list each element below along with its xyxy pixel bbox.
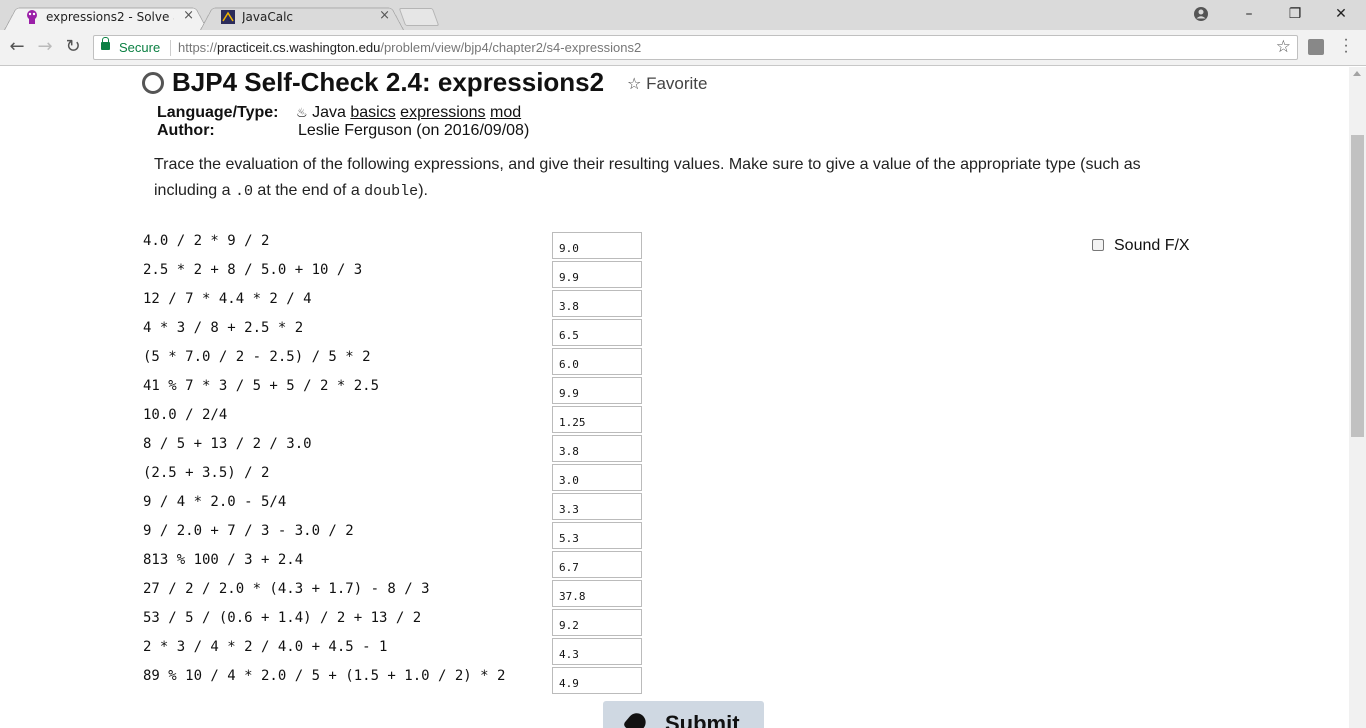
answer-input[interactable]: 3.0 <box>552 464 642 491</box>
language-name: Java <box>312 104 346 121</box>
answer-input[interactable]: 6.5 <box>552 319 642 346</box>
sound-fx-toggle[interactable]: Sound F/X <box>1092 237 1190 255</box>
url-text[interactable]: https://practiceit.cs.washington.edu/pro… <box>178 40 641 55</box>
tab-expressions2[interactable]: expressions2 - Solve a Pr × <box>4 4 208 30</box>
answer-input[interactable]: 9.9 <box>552 377 642 404</box>
expression-text: 10.0 / 2/4 <box>143 407 228 423</box>
close-tab-icon[interactable]: × <box>379 8 390 23</box>
expression-text: 8 / 5 + 13 / 2 / 3.0 <box>143 436 312 452</box>
tab-strip: expressions2 - Solve a Pr × JavaCalc × –… <box>0 0 1366 30</box>
close-tab-icon[interactable]: × <box>183 8 194 23</box>
browser-menu-icon[interactable]: · · · <box>1340 32 1352 60</box>
author-label: Author: <box>157 122 215 139</box>
javacalc-favicon-icon <box>221 10 235 24</box>
sound-fx-label: Sound F/X <box>1114 237 1190 254</box>
url-path: /problem/view/bjp4/chapter2/s4-expressio… <box>380 40 642 55</box>
url-host: practiceit.cs.washington.edu <box>217 40 381 55</box>
close-window-button[interactable]: ✕ <box>1318 0 1364 28</box>
minimize-button[interactable]: – <box>1226 0 1272 28</box>
answer-input[interactable]: 3.3 <box>552 493 642 520</box>
expression-text: 9 / 4 * 2.0 - 5/4 <box>143 494 287 510</box>
page-content: BJP4 Self-Check 2.4: expressions2 ☆ Favo… <box>0 67 1349 728</box>
expression-text: 12 / 7 * 4.4 * 2 / 4 <box>143 291 312 307</box>
expression-text: (2.5 + 3.5) / 2 <box>143 465 270 481</box>
forward-button[interactable]: → <box>33 36 57 60</box>
answer-input[interactable]: 3.8 <box>552 435 642 462</box>
expression-text: 41 % 7 * 3 / 5 + 5 / 2 * 2.5 <box>143 378 380 394</box>
back-button[interactable]: ← <box>5 36 29 60</box>
page-title: BJP4 Self-Check 2.4: expressions2 <box>172 67 605 97</box>
scrollbar-thumb[interactable] <box>1351 135 1364 437</box>
tag-mod[interactable]: mod <box>490 104 521 121</box>
expression-text: 9 / 2.0 + 7 / 3 - 3.0 / 2 <box>143 523 354 539</box>
submit-button[interactable]: Submit <box>603 701 764 728</box>
answer-input[interactable]: 3.8 <box>552 290 642 317</box>
scroll-up-icon[interactable] <box>1353 71 1361 76</box>
tab-javacalc[interactable]: JavaCalc × <box>200 4 404 30</box>
expression-text: (5 * 7.0 / 2 - 2.5) / 5 * 2 <box>143 349 371 365</box>
expression-text: 4.0 / 2 * 9 / 2 <box>143 233 270 249</box>
problem-description: Trace the evaluation of the following ex… <box>154 156 1141 200</box>
lock-icon <box>101 37 110 50</box>
new-tab-button[interactable] <box>398 8 440 26</box>
favorite-star-icon: ☆ <box>627 74 642 93</box>
browser-toolbar: ← → ↻ Secure https://practiceit.cs.washi… <box>0 30 1366 66</box>
tab-title: JavaCalc <box>242 10 294 24</box>
sound-fx-checkbox[interactable] <box>1092 239 1104 251</box>
expression-text: 2 * 3 / 4 * 2 / 4.0 + 4.5 - 1 <box>143 639 388 655</box>
reload-button[interactable]: ↻ <box>61 36 85 60</box>
language-label: Language/Type: <box>157 104 279 121</box>
answer-input[interactable]: 4.3 <box>552 638 642 665</box>
practiceit-favicon-icon <box>27 10 37 24</box>
expression-text: 27 / 2 / 2.0 * (4.3 + 1.7) - 8 / 3 <box>143 581 430 597</box>
answer-input[interactable]: 37.8 <box>552 580 642 607</box>
tab-title: expressions2 - Solve a Pr <box>46 10 174 24</box>
answer-input[interactable]: 9.0 <box>552 232 642 259</box>
status-circle-icon <box>142 72 164 94</box>
author-value: Leslie Ferguson (on 2016/09/08) <box>298 122 530 139</box>
account-icon[interactable] <box>1178 0 1224 28</box>
favorite-label: Favorite <box>646 74 708 93</box>
answer-input[interactable]: 5.3 <box>552 522 642 549</box>
answer-input[interactable]: 4.9 <box>552 667 642 694</box>
expression-text: 53 / 5 / (0.6 + 1.4) / 2 + 13 / 2 <box>143 610 422 626</box>
favorite-link[interactable]: ☆ Favorite <box>627 74 708 94</box>
java-icon: ♨ <box>296 106 308 121</box>
expression-text: 2.5 * 2 + 8 / 5.0 + 10 / 3 <box>143 262 363 278</box>
expression-text: 4 * 3 / 8 + 2.5 * 2 <box>143 320 304 336</box>
tag-expressions[interactable]: expressions <box>400 104 485 121</box>
bookmark-star-icon[interactable]: ☆ <box>1276 37 1291 57</box>
secure-label: Secure <box>119 40 161 55</box>
expression-text: 813 % 100 / 3 + 2.4 <box>143 552 304 568</box>
restore-button[interactable]: ❐ <box>1272 0 1318 28</box>
submit-label: Submit <box>665 711 740 728</box>
answer-input[interactable]: 9.2 <box>552 609 642 636</box>
answer-input[interactable]: 6.0 <box>552 348 642 375</box>
answer-input[interactable]: 9.9 <box>552 261 642 288</box>
address-bar[interactable]: Secure https://practiceit.cs.washington.… <box>93 35 1298 60</box>
expression-text: 89 % 10 / 4 * 2.0 / 5 + (1.5 + 1.0 / 2) … <box>143 668 506 684</box>
extension-icon[interactable] <box>1308 39 1324 55</box>
language-value: ♨ Java basics expressions mod <box>296 104 521 122</box>
answer-input[interactable]: 1.25 <box>552 406 642 433</box>
url-scheme: https:// <box>178 40 218 55</box>
rocket-icon <box>622 709 650 728</box>
page-scrollbar[interactable] <box>1349 67 1366 728</box>
divider <box>170 40 171 56</box>
tag-basics[interactable]: basics <box>350 104 395 121</box>
answer-input[interactable]: 6.7 <box>552 551 642 578</box>
